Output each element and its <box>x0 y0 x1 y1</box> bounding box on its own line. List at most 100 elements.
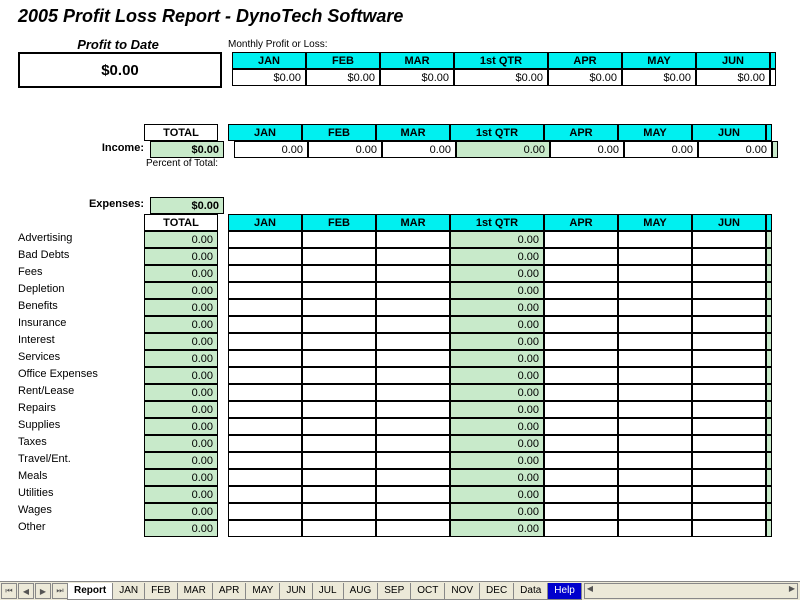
expense-cell[interactable] <box>692 333 766 350</box>
expense-cell[interactable] <box>302 333 376 350</box>
expense-cell[interactable] <box>376 503 450 520</box>
expense-cell[interactable] <box>376 469 450 486</box>
expense-cell[interactable] <box>544 231 618 248</box>
expense-cell[interactable] <box>618 231 692 248</box>
expense-cell[interactable] <box>692 486 766 503</box>
expense-cell[interactable] <box>302 367 376 384</box>
income-cell[interactable]: 0.00 <box>456 141 550 158</box>
expense-cell[interactable] <box>376 265 450 282</box>
profit-cell[interactable]: $0.00 <box>696 69 770 86</box>
expense-cell[interactable] <box>302 503 376 520</box>
expense-cell[interactable] <box>228 350 302 367</box>
expense-total-cell[interactable]: 0.00 <box>144 401 218 418</box>
expense-cell[interactable]: 0.00 <box>450 418 544 435</box>
expense-cell[interactable] <box>692 401 766 418</box>
expense-cell[interactable] <box>376 333 450 350</box>
expense-total-cell[interactable]: 0.00 <box>144 299 218 316</box>
expense-cell[interactable] <box>228 520 302 537</box>
expense-cell[interactable]: 0.00 <box>450 435 544 452</box>
expense-cell[interactable] <box>618 469 692 486</box>
expense-cell[interactable] <box>692 282 766 299</box>
expense-cell[interactable] <box>618 503 692 520</box>
sheet-tab-jan[interactable]: JAN <box>112 583 145 600</box>
expense-total-cell[interactable]: 0.00 <box>144 503 218 520</box>
profit-cell[interactable]: $0.00 <box>232 69 306 86</box>
sheet-tab-sep[interactable]: SEP <box>377 583 411 600</box>
sheet-tab-jun[interactable]: JUN <box>279 583 312 600</box>
expense-cell[interactable] <box>618 265 692 282</box>
expense-cell[interactable] <box>692 367 766 384</box>
expense-total-cell[interactable]: 0.00 <box>144 384 218 401</box>
expense-cell[interactable] <box>618 282 692 299</box>
expense-cell[interactable] <box>302 486 376 503</box>
expense-cell[interactable] <box>692 503 766 520</box>
expense-cell[interactable] <box>302 418 376 435</box>
profit-cell[interactable]: $0.00 <box>454 69 548 86</box>
expense-cell[interactable] <box>544 282 618 299</box>
expense-total-cell[interactable]: 0.00 <box>144 452 218 469</box>
expense-cell[interactable] <box>618 248 692 265</box>
expense-cell[interactable] <box>302 401 376 418</box>
expense-cell[interactable]: 0.00 <box>450 503 544 520</box>
expense-cell[interactable] <box>376 486 450 503</box>
expense-cell[interactable] <box>544 435 618 452</box>
expense-cell[interactable] <box>692 248 766 265</box>
expense-cell[interactable] <box>228 367 302 384</box>
expense-cell[interactable] <box>618 350 692 367</box>
expense-cell[interactable] <box>618 418 692 435</box>
expense-cell[interactable] <box>692 435 766 452</box>
expense-cell[interactable] <box>302 350 376 367</box>
expense-cell[interactable] <box>376 316 450 333</box>
income-cell[interactable]: 0.00 <box>550 141 624 158</box>
expense-cell[interactable] <box>692 231 766 248</box>
expense-cell[interactable] <box>302 231 376 248</box>
expense-cell[interactable] <box>618 401 692 418</box>
expense-cell[interactable] <box>618 299 692 316</box>
sheet-tab-jul[interactable]: JUL <box>312 583 344 600</box>
expense-cell[interactable] <box>692 418 766 435</box>
expense-cell[interactable] <box>544 486 618 503</box>
expense-cell[interactable] <box>692 299 766 316</box>
expense-cell[interactable]: 0.00 <box>450 520 544 537</box>
expense-cell[interactable] <box>228 418 302 435</box>
expense-cell[interactable] <box>692 520 766 537</box>
expense-cell[interactable] <box>692 316 766 333</box>
expense-cell[interactable] <box>302 299 376 316</box>
expense-cell[interactable] <box>376 282 450 299</box>
expense-total-cell[interactable]: 0.00 <box>144 248 218 265</box>
expense-total-cell[interactable]: 0.00 <box>144 469 218 486</box>
expense-cell[interactable] <box>544 316 618 333</box>
tab-nav-next-icon[interactable]: ▶ <box>35 583 51 599</box>
sheet-tab-help[interactable]: Help <box>547 583 582 600</box>
expense-cell[interactable] <box>376 520 450 537</box>
tab-nav-first-icon[interactable]: ⏮ <box>1 583 17 599</box>
expense-cell[interactable] <box>618 384 692 401</box>
expense-cell[interactable] <box>544 469 618 486</box>
expense-cell[interactable] <box>618 367 692 384</box>
expense-cell[interactable] <box>376 248 450 265</box>
profit-cell[interactable]: $0.00 <box>380 69 454 86</box>
expense-cell[interactable]: 0.00 <box>450 384 544 401</box>
expense-cell[interactable]: 0.00 <box>450 452 544 469</box>
expense-cell[interactable]: 0.00 <box>450 350 544 367</box>
expense-cell[interactable] <box>544 265 618 282</box>
expense-total-cell[interactable]: 0.00 <box>144 486 218 503</box>
expense-cell[interactable] <box>228 248 302 265</box>
expense-cell[interactable]: 0.00 <box>450 282 544 299</box>
expense-total-cell[interactable]: 0.00 <box>144 333 218 350</box>
sheet-tab-apr[interactable]: APR <box>212 583 247 600</box>
expense-total-cell[interactable]: 0.00 <box>144 316 218 333</box>
expense-cell[interactable] <box>618 452 692 469</box>
income-cell[interactable]: 0.00 <box>624 141 698 158</box>
expense-cell[interactable] <box>544 503 618 520</box>
expense-cell[interactable] <box>376 418 450 435</box>
expense-cell[interactable]: 0.00 <box>450 333 544 350</box>
expense-cell[interactable] <box>228 469 302 486</box>
expense-cell[interactable] <box>544 452 618 469</box>
expense-cell[interactable] <box>228 282 302 299</box>
expense-cell[interactable] <box>544 333 618 350</box>
income-cell[interactable]: 0.00 <box>698 141 772 158</box>
sheet-tab-may[interactable]: MAY <box>245 583 280 600</box>
sheet-tab-mar[interactable]: MAR <box>177 583 213 600</box>
expense-cell[interactable] <box>376 299 450 316</box>
